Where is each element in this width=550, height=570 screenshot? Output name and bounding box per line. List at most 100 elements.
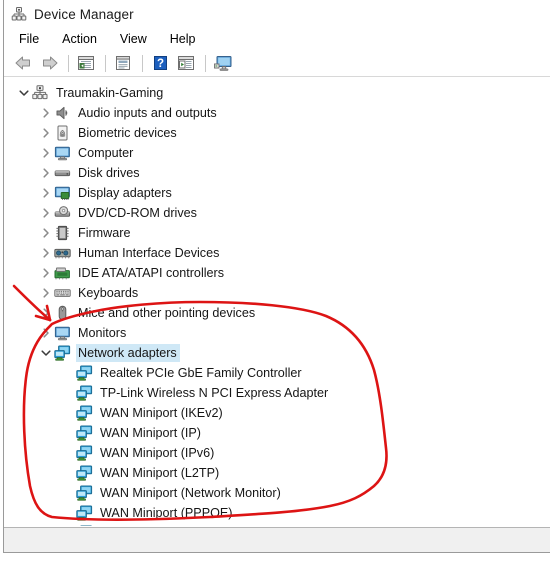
tree-category-node[interactable]: Firmware bbox=[4, 223, 550, 243]
toolbar-separator-1 bbox=[68, 54, 69, 72]
scan-hardware-changes-icon[interactable] bbox=[211, 52, 235, 74]
tree-category-node[interactable]: Keyboards bbox=[4, 283, 550, 303]
svg-text:?: ? bbox=[156, 58, 163, 70]
tree-node-label: IDE ATA/ATAPI controllers bbox=[78, 266, 225, 280]
device-manager-icon bbox=[11, 6, 27, 22]
tree-category-node[interactable]: Monitors bbox=[4, 323, 550, 343]
tree-category-node[interactable]: Mice and other pointing devices bbox=[4, 303, 550, 323]
tree-category-node[interactable]: Display adapters bbox=[4, 183, 550, 203]
tree-leaf-node[interactable]: TP-Link Wireless N PCI Express Adapter bbox=[4, 383, 550, 403]
chevron-right-icon[interactable] bbox=[38, 105, 54, 121]
chevron-right-icon[interactable] bbox=[38, 325, 54, 341]
computer-node-icon bbox=[32, 85, 49, 101]
device-manager-window: Device Manager File Action View Help ? T… bbox=[3, 0, 550, 553]
chevron-right-icon[interactable] bbox=[38, 225, 54, 241]
show-hide-console-tree-icon[interactable] bbox=[74, 52, 98, 74]
tree-node-label: Mice and other pointing devices bbox=[78, 306, 256, 320]
toolbar-separator-3 bbox=[142, 54, 143, 72]
network-adapter-icon bbox=[76, 445, 93, 461]
title-bar: Device Manager bbox=[4, 0, 550, 28]
hid-icon bbox=[54, 245, 71, 261]
optical-drive-icon bbox=[54, 205, 71, 221]
tree-node-label: WAN Miniport (Network Monitor) bbox=[100, 486, 281, 500]
chevron-down-icon[interactable] bbox=[16, 85, 32, 101]
tree-node-label: Monitors bbox=[78, 326, 127, 340]
tree-category-node[interactable]: Biometric devices bbox=[4, 123, 550, 143]
forward-arrow-icon[interactable] bbox=[37, 52, 61, 74]
update-driver-icon[interactable] bbox=[174, 52, 198, 74]
fingerprint-icon bbox=[54, 125, 71, 141]
back-arrow-icon[interactable] bbox=[11, 52, 35, 74]
keyboard-icon bbox=[54, 285, 71, 301]
tree-leaf-node[interactable]: WAN Miniport (L2TP) bbox=[4, 463, 550, 483]
tree-category-node[interactable]: DVD/CD-ROM drives bbox=[4, 203, 550, 223]
tree-category-node[interactable]: Network adapters bbox=[4, 343, 550, 363]
tree-root-node[interactable]: Traumakin-Gaming bbox=[4, 83, 550, 103]
network-adapter-icon bbox=[54, 345, 71, 361]
tree-node-label: Biometric devices bbox=[78, 126, 177, 140]
chevron-right-icon[interactable] bbox=[38, 285, 54, 301]
status-bar bbox=[4, 527, 550, 552]
network-adapter-icon bbox=[76, 405, 93, 421]
tree-category-node[interactable]: Audio inputs and outputs bbox=[4, 103, 550, 123]
toolbar-separator-2 bbox=[105, 54, 106, 72]
tree-node-label: Keyboards bbox=[78, 286, 139, 300]
mouse-icon bbox=[54, 305, 71, 321]
tree-leaf-node[interactable]: WAN Miniport (Network Monitor) bbox=[4, 483, 550, 503]
tree-category-node[interactable]: Disk drives bbox=[4, 163, 550, 183]
network-adapter-icon bbox=[76, 365, 93, 381]
tree-node-label: Realtek PCIe GbE Family Controller bbox=[100, 366, 302, 380]
tree-node-label: Firmware bbox=[78, 226, 131, 240]
menu-action[interactable]: Action bbox=[57, 30, 106, 48]
speaker-icon bbox=[54, 105, 71, 121]
disk-drive-icon bbox=[54, 165, 71, 181]
chevron-right-icon[interactable] bbox=[38, 145, 54, 161]
tree-node-label: WAN Miniport (IP) bbox=[100, 426, 201, 440]
chevron-right-icon[interactable] bbox=[38, 125, 54, 141]
tree-leaf-node[interactable]: WAN Miniport (PPPOE) bbox=[4, 503, 550, 523]
menu-view[interactable]: View bbox=[115, 30, 156, 48]
device-tree[interactable]: Traumakin-Gaming Audio inputs and output… bbox=[4, 78, 550, 526]
tree-node-label: WAN Miniport (IKEv2) bbox=[100, 406, 223, 420]
chevron-right-icon[interactable] bbox=[38, 245, 54, 261]
chevron-right-icon[interactable] bbox=[38, 185, 54, 201]
menu-help[interactable]: Help bbox=[165, 30, 205, 48]
monitor-icon bbox=[54, 145, 71, 161]
tree-leaf-node[interactable]: WAN Miniport (IPv6) bbox=[4, 443, 550, 463]
network-adapter-icon bbox=[76, 465, 93, 481]
properties-icon[interactable] bbox=[111, 52, 135, 74]
tree-node-label: TP-Link Wireless N PCI Express Adapter bbox=[100, 386, 329, 400]
monitor-icon bbox=[54, 325, 71, 341]
chevron-right-icon[interactable] bbox=[38, 305, 54, 321]
chevron-right-icon[interactable] bbox=[38, 205, 54, 221]
window-title: Device Manager bbox=[34, 6, 134, 22]
tree-leaf-node[interactable]: WAN Miniport (PPTP) bbox=[4, 523, 550, 526]
tree-category-node[interactable]: IDE ATA/ATAPI controllers bbox=[4, 263, 550, 283]
tree-node-label: WAN Miniport (PPTP) bbox=[98, 524, 225, 526]
tree-leaf-node[interactable]: WAN Miniport (IKEv2) bbox=[4, 403, 550, 423]
help-icon[interactable]: ? bbox=[148, 52, 172, 74]
firmware-chip-icon bbox=[54, 225, 71, 241]
network-adapter-icon bbox=[76, 525, 93, 526]
menu-bar: File Action View Help bbox=[4, 28, 550, 50]
chevron-right-icon[interactable] bbox=[38, 165, 54, 181]
network-adapter-icon bbox=[76, 385, 93, 401]
tree-node-label: Audio inputs and outputs bbox=[78, 106, 217, 120]
display-adapter-icon bbox=[54, 185, 71, 201]
tree-node-label: WAN Miniport (PPPOE) bbox=[100, 506, 233, 520]
tree-node-label: Computer bbox=[78, 146, 134, 160]
tree-leaf-node[interactable]: Realtek PCIe GbE Family Controller bbox=[4, 363, 550, 383]
tree-node-label: Network adapters bbox=[76, 344, 180, 362]
chevron-right-icon[interactable] bbox=[38, 265, 54, 281]
tree-node-label: WAN Miniport (IPv6) bbox=[100, 446, 215, 460]
menu-file[interactable]: File bbox=[14, 30, 48, 48]
tree-category-node[interactable]: Human Interface Devices bbox=[4, 243, 550, 263]
tree-node-label: Human Interface Devices bbox=[78, 246, 220, 260]
chevron-down-icon[interactable] bbox=[38, 345, 54, 361]
tree-category-node[interactable]: Computer bbox=[4, 143, 550, 163]
tree-leaf-node[interactable]: WAN Miniport (IP) bbox=[4, 423, 550, 443]
toolbar: ? bbox=[4, 50, 550, 77]
tree-node-label: Traumakin-Gaming bbox=[56, 86, 164, 100]
network-adapter-icon bbox=[76, 485, 93, 501]
tree-node-label: Disk drives bbox=[78, 166, 140, 180]
